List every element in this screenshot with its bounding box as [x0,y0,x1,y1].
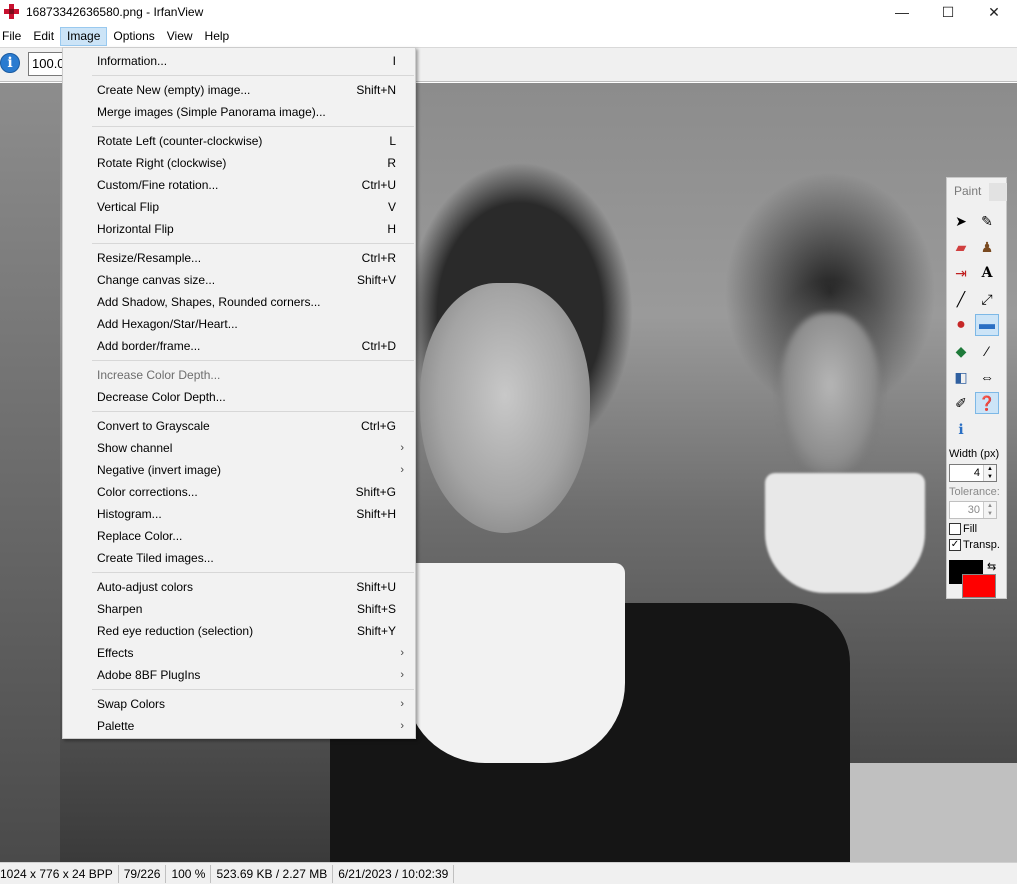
paint-panel: Paint ➤ ✎ ▰ ♟ ⇥ A ╱ ⤢ ● ▬ ◆ ⁄ ◧ ⇔ ✐ ❓ ℹ … [946,177,1007,599]
replace-icon[interactable]: ⇥ [949,262,973,284]
paint-close-button[interactable] [989,183,1007,201]
menu-separator [92,411,414,412]
menu-item-custom-rotation[interactable]: Custom/Fine rotation... Ctrl+U [64,174,414,196]
menu-item-add-hexagon[interactable]: Add Hexagon/Star/Heart... [64,313,414,335]
menu-item-resize[interactable]: Resize/Resample... Ctrl+R [64,247,414,269]
rectangle-icon[interactable]: ▬ [975,314,999,336]
color-picker-icon[interactable]: ⁄ [975,340,999,362]
submenu-arrow-icon: › [400,442,404,454]
menu-item-information[interactable]: Information... I [64,50,414,72]
maximize-button[interactable]: ☐ [925,0,971,24]
width-label: Width (px) [949,448,1000,460]
tolerance-label: Tolerance: [949,486,1000,498]
submenu-arrow-icon: › [400,669,404,681]
tolerance-stepper: 30 ▲ ▼ [949,501,997,519]
photo-background-girl [780,313,880,473]
menu-item-merge-images[interactable]: Merge images (Simple Panorama image)... [64,101,414,123]
minimize-button[interactable]: — [879,0,925,24]
menu-edit[interactable]: Edit [27,27,60,46]
info-icon[interactable]: ℹ [949,418,973,440]
menu-item-canvas-size[interactable]: Change canvas size... Shift+V [64,269,414,291]
menu-image[interactable]: Image [60,27,108,46]
menu-item-swap-colors[interactable]: Swap Colors › [64,693,414,715]
menu-item-rotate-left[interactable]: Rotate Left (counter-clockwise) L [64,130,414,152]
submenu-arrow-icon: › [400,464,404,476]
image-menu-dropdown: Information... I Create New (empty) image… [62,47,416,739]
eraser-icon[interactable]: ▰ [949,236,973,258]
stepper-arrows-icon[interactable]: ▲ ▼ [983,465,996,481]
photo-background-collar [765,473,925,593]
menu-item-decrease-color-depth[interactable]: Decrease Color Depth... [64,386,414,408]
menu-item-add-border[interactable]: Add border/frame... Ctrl+D [64,335,414,357]
menu-item-8bf-plugins[interactable]: Adobe 8BF PlugIns › [64,664,414,686]
fill-checkbox[interactable]: Fill [949,523,977,535]
status-dimensions: 1024 x 776 x 24 BPP [0,864,119,883]
menu-item-red-eye[interactable]: Red eye reduction (selection) Shift+Y [64,620,414,642]
edit-icon[interactable]: ✐ [949,392,973,414]
menu-item-sharpen[interactable]: Sharpen Shift+S [64,598,414,620]
background-color-swatch[interactable] [962,574,996,598]
stamp-icon[interactable]: ♟ [975,236,999,258]
menu-options[interactable]: Options [107,27,160,46]
arrow-line-icon[interactable]: ⤢ [975,288,999,310]
line-icon[interactable]: ╱ [949,288,973,310]
menu-separator [92,572,414,573]
pointer-icon[interactable]: ➤ [949,210,973,232]
swap-colors-icon[interactable]: ⇆ [987,560,996,573]
menu-item-vertical-flip[interactable]: Vertical Flip V [64,196,414,218]
info-icon[interactable]: i [0,53,20,73]
menu-item-color-corrections[interactable]: Color corrections... Shift+G [64,481,414,503]
submenu-arrow-icon: › [400,720,404,732]
close-button[interactable]: ✕ [971,0,1017,24]
menu-separator [92,360,414,361]
menu-item-palette[interactable]: Palette › [64,715,414,737]
text-icon[interactable]: A [975,262,999,284]
paint-title: Paint [954,184,982,198]
status-datetime: 6/21/2023 / 10:02:39 [333,864,455,883]
menu-separator [92,126,414,127]
menu-item-effects[interactable]: Effects › [64,642,414,664]
menu-item-auto-adjust[interactable]: Auto-adjust colors Shift+U [64,576,414,598]
menu-separator [92,75,414,76]
stepper-arrows-icon: ▲ ▼ [983,502,996,518]
status-filesize: 523.69 KB / 2.27 MB [211,864,334,883]
status-bar: 1024 x 776 x 24 BPP 79/226 100 % 523.69 … [0,862,1017,884]
transp-checkbox[interactable]: ✓ Transp. [949,539,1000,551]
photo-face [420,283,590,533]
menu-item-grayscale[interactable]: Convert to Grayscale Ctrl+G [64,415,414,437]
menu-separator [92,689,414,690]
window-title: 16873342636580.png - IrfanView [26,5,204,19]
photo-collar [405,563,625,763]
circle-icon[interactable]: ● [949,314,973,336]
ruler-icon[interactable]: ⇔ [975,366,999,388]
status-zoom: 100 % [166,864,212,883]
submenu-arrow-icon: › [400,647,404,659]
submenu-arrow-icon: › [400,698,404,710]
menu-item-replace-color[interactable]: Replace Color... [64,525,414,547]
help-icon[interactable]: ❓ [975,392,999,414]
title-bar: 16873342636580.png - IrfanView — ☐ ✕ [0,0,1017,24]
fill-bucket-icon[interactable]: ◆ [949,340,973,362]
clone-icon[interactable]: ◧ [949,366,973,388]
menu-separator [92,243,414,244]
menu-item-rotate-right[interactable]: Rotate Right (clockwise) R [64,152,414,174]
menu-item-show-channel[interactable]: Show channel › [64,437,414,459]
menu-item-histogram[interactable]: Histogram... Shift+H [64,503,414,525]
brush-icon[interactable]: ✎ [975,210,999,232]
width-stepper[interactable]: 4 ▲ ▼ [949,464,997,482]
photo-background-left [0,83,60,862]
menu-view[interactable]: View [161,27,199,46]
irfanview-logo-icon [4,4,20,20]
status-index: 79/226 [119,864,167,883]
menu-item-horizontal-flip[interactable]: Horizontal Flip H [64,218,414,240]
menu-file[interactable]: File [0,27,27,46]
menu-item-tiled-images[interactable]: Create Tiled images... [64,547,414,569]
menu-bar: File Edit Image Options View Help [0,26,1017,47]
menu-help[interactable]: Help [199,27,236,46]
menu-item-create-new[interactable]: Create New (empty) image... Shift+N [64,79,414,101]
menu-item-negative[interactable]: Negative (invert image) › [64,459,414,481]
menu-item-increase-color-depth: Increase Color Depth... [97,368,221,382]
menu-item-add-shadow[interactable]: Add Shadow, Shapes, Rounded corners... [64,291,414,313]
